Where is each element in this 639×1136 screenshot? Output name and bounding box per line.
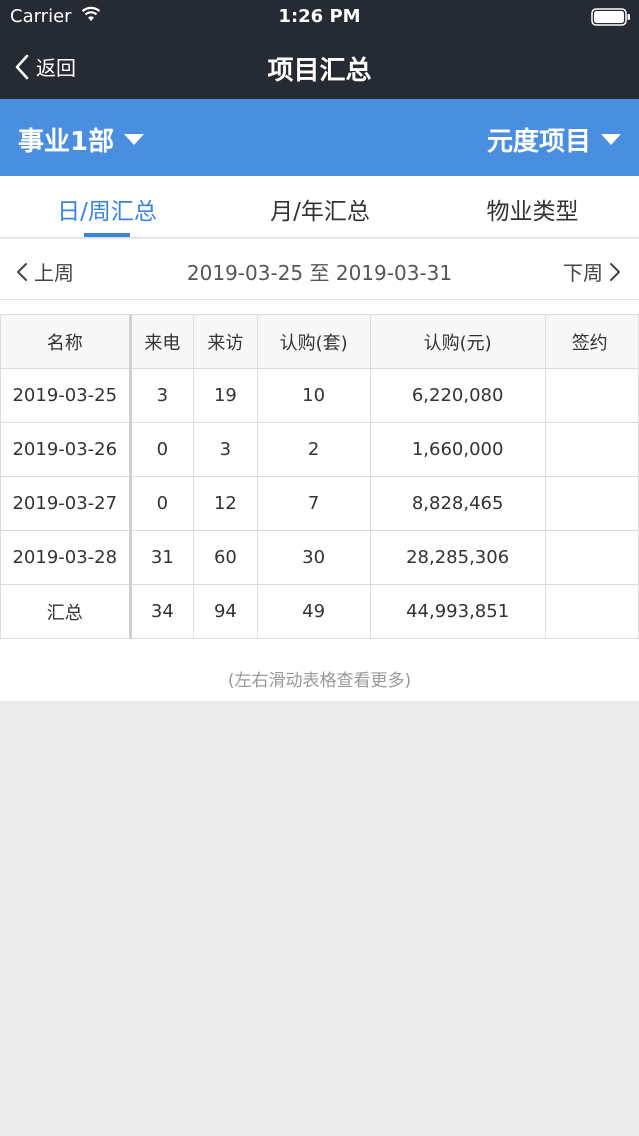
table-cell: 60 xyxy=(193,530,258,585)
department-dropdown[interactable]: 事业1部 xyxy=(18,121,145,158)
scroll-hint: (左右滑动表格查看更多) xyxy=(227,671,412,691)
column-header-calls: 来电 xyxy=(129,314,195,369)
table-cell: 31 xyxy=(129,530,195,585)
page-title: 项目汇总 xyxy=(267,56,372,86)
summary-table-scroller[interactable]: 名称 来电 来访 认购(套) 认购(元) 签约 2019-03-25 3 19 … xyxy=(0,300,639,701)
table-cell: 28,285,306 xyxy=(369,530,546,585)
table-row: 2019-03-25 3 19 10 6,220,080 xyxy=(0,368,639,423)
table-cell: 2019-03-28 xyxy=(0,530,132,585)
table-row: 2019-03-28 31 60 30 28,285,306 xyxy=(0,530,639,585)
table-cell: 1,660,000 xyxy=(369,422,546,477)
table-row: 2019-03-27 0 12 7 8,828,465 xyxy=(0,476,639,531)
column-header-contracts: 签约 xyxy=(544,314,639,369)
table-cell xyxy=(544,368,639,423)
table-cell: 2 xyxy=(256,422,371,477)
table-cell: 6,220,080 xyxy=(369,368,546,423)
project-label: 元度项目 xyxy=(486,127,591,157)
table-cell: 3 xyxy=(129,368,195,423)
tab-property-type[interactable]: 物业类型 xyxy=(426,192,639,226)
date-range: 2019-03-25 至 2019-03-31 xyxy=(186,261,453,285)
table-cell: 12 xyxy=(193,476,258,531)
project-dropdown[interactable]: 元度项目 xyxy=(487,121,621,158)
table-cell xyxy=(544,584,639,639)
table-cell: 10 xyxy=(256,368,371,423)
battery-icon xyxy=(591,8,630,26)
table-header-row: 名称 来电 来访 认购(套) 认购(元) 签约 xyxy=(0,314,639,369)
table-cell: 3 xyxy=(193,422,258,477)
table-cell: 19 xyxy=(193,368,258,423)
active-tab-indicator xyxy=(84,233,130,237)
column-header-visits: 来访 xyxy=(193,314,258,369)
table-cell: 汇总 xyxy=(0,584,132,639)
table-cell: 7 xyxy=(256,476,371,531)
status-bar: Carrier 1:26 PM xyxy=(0,0,639,34)
tab-monthly-yearly[interactable]: 月/年汇总 xyxy=(214,192,426,226)
week-navigator: 上周 2019-03-25 至 2019-03-31 下周 xyxy=(0,239,639,300)
tab-daily-weekly[interactable]: 日/周汇总 xyxy=(0,192,214,226)
next-week-button[interactable]: 下周 xyxy=(563,257,621,286)
clock: 1:26 PM xyxy=(278,6,361,27)
table-cell: 0 xyxy=(129,422,195,477)
table-row: 2019-03-26 0 3 2 1,660,000 xyxy=(0,422,639,477)
table-cell xyxy=(544,476,639,531)
table-cell: 30 xyxy=(256,530,371,585)
next-week-label: 下周 xyxy=(563,261,603,285)
table-cell: 34 xyxy=(129,584,195,639)
table-cell xyxy=(544,422,639,477)
filter-bar: 事业1部 元度项目 xyxy=(0,99,639,176)
summary-tabs: 日/周汇总 月/年汇总 物业类型 xyxy=(0,176,639,238)
table-total-row: 汇总 34 94 49 44,993,851 xyxy=(0,584,639,639)
table-cell: 2019-03-27 xyxy=(0,476,132,531)
table-cell: 94 xyxy=(193,584,258,639)
table-cell: 49 xyxy=(256,584,371,639)
column-header-subscriptions-units: 认购(套) xyxy=(256,314,371,369)
table-cell: 2019-03-26 xyxy=(0,422,132,477)
table-cell: 8,828,465 xyxy=(369,476,546,531)
table-cell: 2019-03-25 xyxy=(0,368,132,423)
column-header-name: 名称 xyxy=(0,314,132,369)
caret-down-icon xyxy=(601,134,621,145)
chevron-right-icon xyxy=(610,262,620,281)
table-cell: 0 xyxy=(129,476,195,531)
table-cell xyxy=(544,530,639,585)
caret-down-icon xyxy=(124,134,145,145)
column-header-subscriptions-amount: 认购(元) xyxy=(369,314,546,369)
summary-table: 名称 来电 来访 认购(套) 认购(元) 签约 2019-03-25 3 19 … xyxy=(0,314,639,639)
table-cell: 44,993,851 xyxy=(369,584,546,639)
department-label: 事业1部 xyxy=(18,127,115,157)
navigation-bar: 返回 项目汇总 xyxy=(0,34,639,99)
